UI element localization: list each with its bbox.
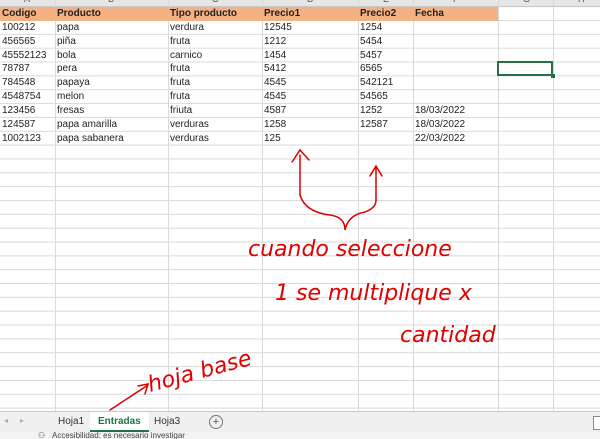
sheet-tab-bar: ◂ ▸ Hoja1 Entradas Hoja3 +	[0, 411, 600, 433]
brace-connector	[299, 194, 377, 231]
tab-hoja1[interactable]: Hoja1	[50, 412, 92, 432]
annotation-line1: cuando seleccione	[248, 237, 452, 262]
scroll-left-icon[interactable]: ◂	[4, 416, 8, 425]
annotation-line2: 1 se multiplique x	[275, 281, 473, 306]
accessibility-status[interactable]: Accesibilidad: es necesario investigar	[52, 432, 185, 439]
accessibility-icon[interactable]: ⚇	[38, 432, 45, 439]
add-sheet-icon[interactable]: +	[209, 415, 223, 429]
tab-entradas[interactable]: Entradas	[90, 412, 149, 432]
status-bar: ⚇ Accesibilidad: es necesario investigar	[0, 432, 600, 439]
scroll-right-icon[interactable]: ▸	[20, 416, 24, 425]
arrow-to-tab	[109, 383, 150, 411]
handwritten-annotations: cuando seleccione 1 se multiplique x can…	[109, 148, 497, 411]
arrow-up-left	[291, 148, 310, 196]
annotation-line3: cantidad	[400, 323, 497, 348]
tab-hoja3[interactable]: Hoja3	[146, 412, 188, 432]
horizontal-scrollbar[interactable]	[593, 416, 600, 430]
annotation-note: hoja base	[145, 346, 254, 398]
arrow-up-right	[369, 164, 383, 201]
